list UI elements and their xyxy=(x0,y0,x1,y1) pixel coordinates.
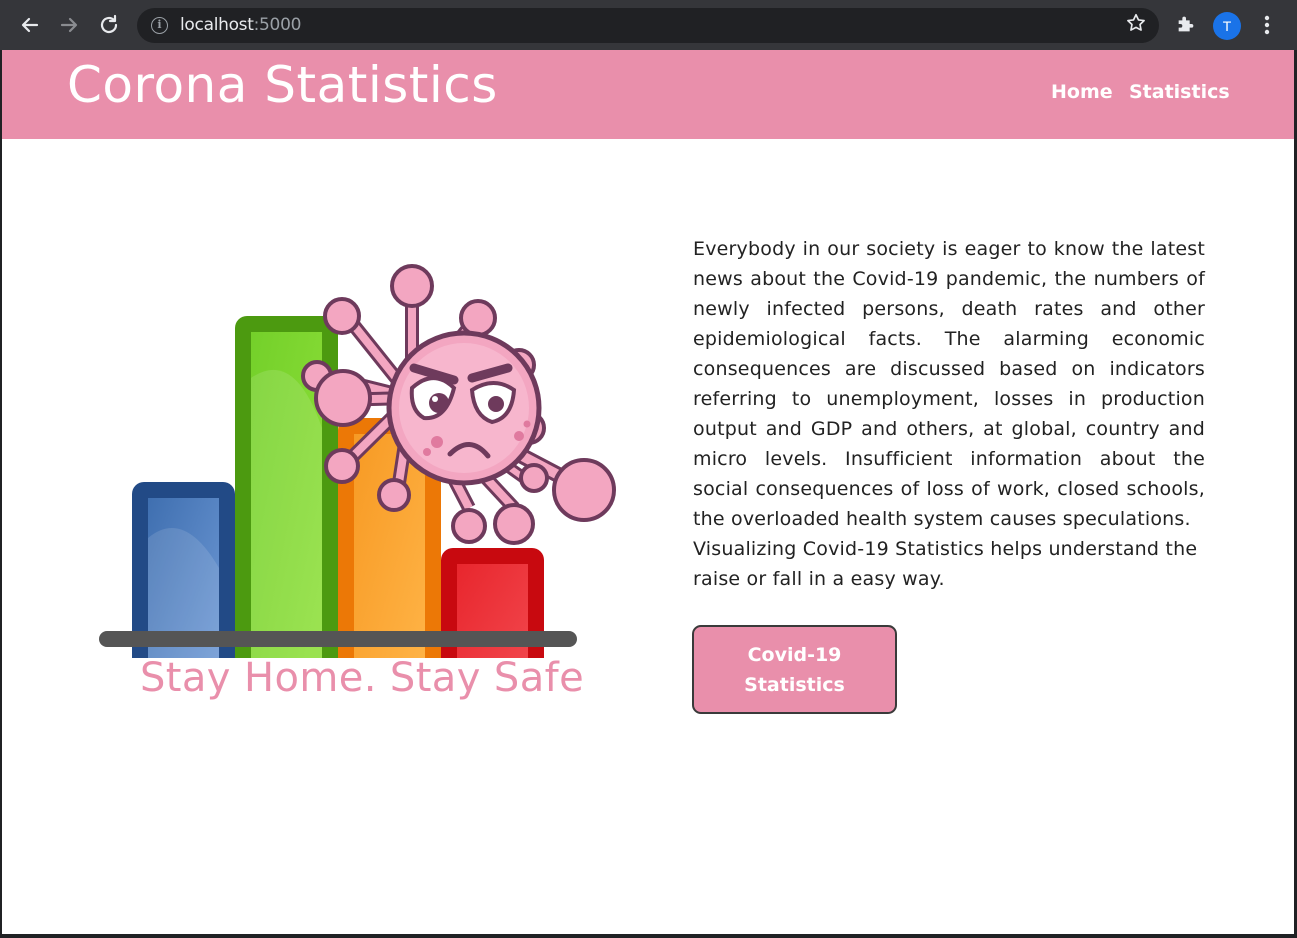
kebab-menu-icon[interactable] xyxy=(1257,12,1277,38)
covid-statistics-button[interactable]: Covid-19 Statistics xyxy=(692,625,897,714)
window-border-left xyxy=(0,50,2,938)
url-text[interactable]: localhost:5000 xyxy=(180,15,301,35)
cta-label-line-1: Covid-19 xyxy=(747,644,842,666)
browser-toolbar: i localhost:5000 T xyxy=(0,0,1297,50)
nav-home-link[interactable]: Home xyxy=(1051,81,1113,103)
brand-title[interactable]: Corona Statistics xyxy=(67,56,498,114)
address-bar[interactable]: i localhost:5000 xyxy=(137,8,1159,43)
extensions-puzzle-icon[interactable] xyxy=(1175,13,1197,40)
info-icon[interactable]: i xyxy=(151,17,168,34)
forward-arrow-icon[interactable] xyxy=(56,12,82,38)
back-arrow-icon[interactable] xyxy=(17,12,43,38)
covid-chart-illustration xyxy=(99,264,616,658)
reload-icon[interactable] xyxy=(96,12,122,38)
stay-safe-tagline: Stay Home. Stay Safe xyxy=(140,655,585,701)
url-host: localhost xyxy=(180,15,254,35)
intro-description: Everybody in our society is eager to kno… xyxy=(693,234,1205,594)
star-icon[interactable] xyxy=(1125,12,1147,39)
page-viewport: Corona Statistics Home Statistics Stay H… xyxy=(2,50,1294,934)
nav-statistics-link[interactable]: Statistics xyxy=(1129,81,1230,103)
chart-base-shelf xyxy=(99,631,577,647)
intro-paragraph-2: Visualizing Covid-19 Statistics helps un… xyxy=(693,538,1198,590)
cta-label-line-2: Statistics xyxy=(744,674,845,696)
window-border-bottom xyxy=(0,934,1297,938)
profile-avatar[interactable]: T xyxy=(1213,12,1241,40)
url-port: :5000 xyxy=(253,15,302,35)
site-header: Corona Statistics Home Statistics xyxy=(2,50,1294,139)
intro-paragraph-1: Everybody in our society is eager to kno… xyxy=(693,238,1205,530)
